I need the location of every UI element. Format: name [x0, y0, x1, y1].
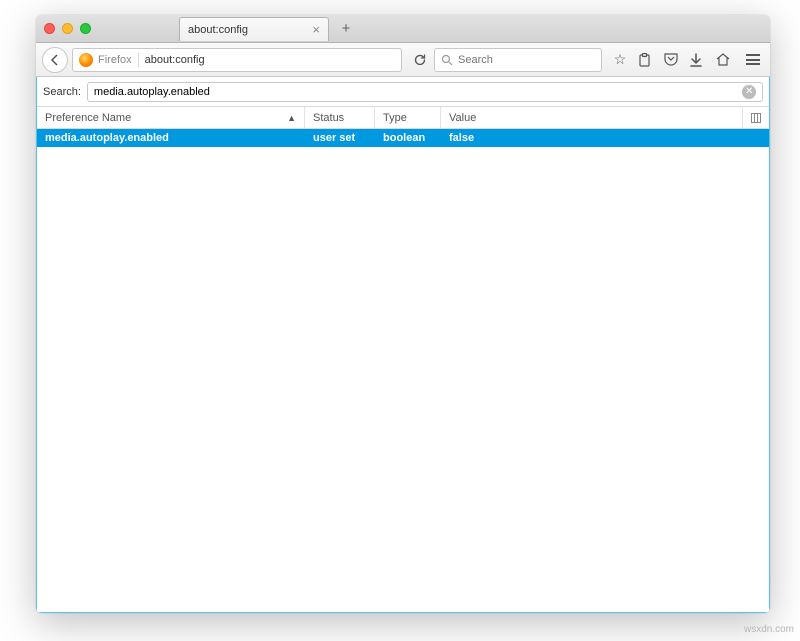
cell-value: false [441, 129, 769, 147]
toolbar-icons: ☆ [606, 51, 738, 68]
hamburger-line [746, 54, 760, 56]
config-search-row: Search: ✕ [37, 77, 769, 107]
hamburger-line [746, 63, 760, 65]
home-icon[interactable] [716, 53, 732, 66]
separator [138, 53, 139, 67]
watermark: wsxdn.com [744, 624, 794, 635]
browser-tab[interactable]: about:config × [179, 17, 329, 41]
config-search-field[interactable]: ✕ [87, 82, 763, 102]
new-tab-button[interactable]: + [335, 18, 357, 40]
about-config-content: Search: ✕ Preference Name ▲ Status Type … [36, 77, 770, 613]
url-bar[interactable]: Firefox about:config [72, 48, 402, 72]
window-controls [44, 23, 91, 34]
header-status[interactable]: Status [305, 107, 375, 128]
cell-status: user set [305, 129, 375, 147]
hamburger-line [746, 59, 760, 61]
bookmark-star-icon[interactable]: ☆ [612, 51, 628, 68]
header-preference-name[interactable]: Preference Name ▲ [37, 107, 305, 128]
browser-window: about:config × + Firefox about:config ☆ [36, 15, 770, 613]
close-window-button[interactable] [44, 23, 55, 34]
pocket-icon[interactable] [664, 53, 680, 66]
arrow-left-icon [49, 54, 61, 66]
clipboard-icon[interactable] [638, 53, 654, 67]
clear-search-icon[interactable]: ✕ [742, 85, 756, 99]
config-search-label: Search: [43, 86, 81, 98]
cell-preference-name: media.autoplay.enabled [37, 129, 305, 147]
firefox-icon [79, 53, 93, 67]
close-tab-icon[interactable]: × [312, 22, 320, 37]
menu-button[interactable] [742, 50, 764, 69]
tab-bar: about:config × + [36, 15, 770, 43]
identity-label: Firefox [98, 54, 132, 66]
sort-ascending-icon: ▲ [287, 113, 296, 123]
maximize-window-button[interactable] [80, 23, 91, 34]
config-table-header: Preference Name ▲ Status Type Value [37, 107, 769, 129]
header-type[interactable]: Type [375, 107, 441, 128]
back-button[interactable] [42, 47, 68, 73]
url-text: about:config [145, 54, 205, 66]
reload-icon [413, 53, 427, 67]
search-bar[interactable] [434, 48, 602, 72]
reload-button[interactable] [410, 50, 430, 70]
tab-title: about:config [188, 24, 312, 36]
config-table-body: media.autoplay.enabled user set boolean … [37, 129, 769, 612]
column-picker-icon[interactable] [743, 107, 769, 128]
search-icon [441, 54, 453, 66]
search-input[interactable] [458, 54, 595, 66]
cell-type: boolean [375, 129, 441, 147]
table-row[interactable]: media.autoplay.enabled user set boolean … [37, 129, 769, 147]
download-icon[interactable] [690, 53, 706, 67]
config-search-input[interactable] [94, 86, 738, 98]
minimize-window-button[interactable] [62, 23, 73, 34]
header-value[interactable]: Value [441, 107, 743, 128]
navigation-bar: Firefox about:config ☆ [36, 43, 770, 77]
